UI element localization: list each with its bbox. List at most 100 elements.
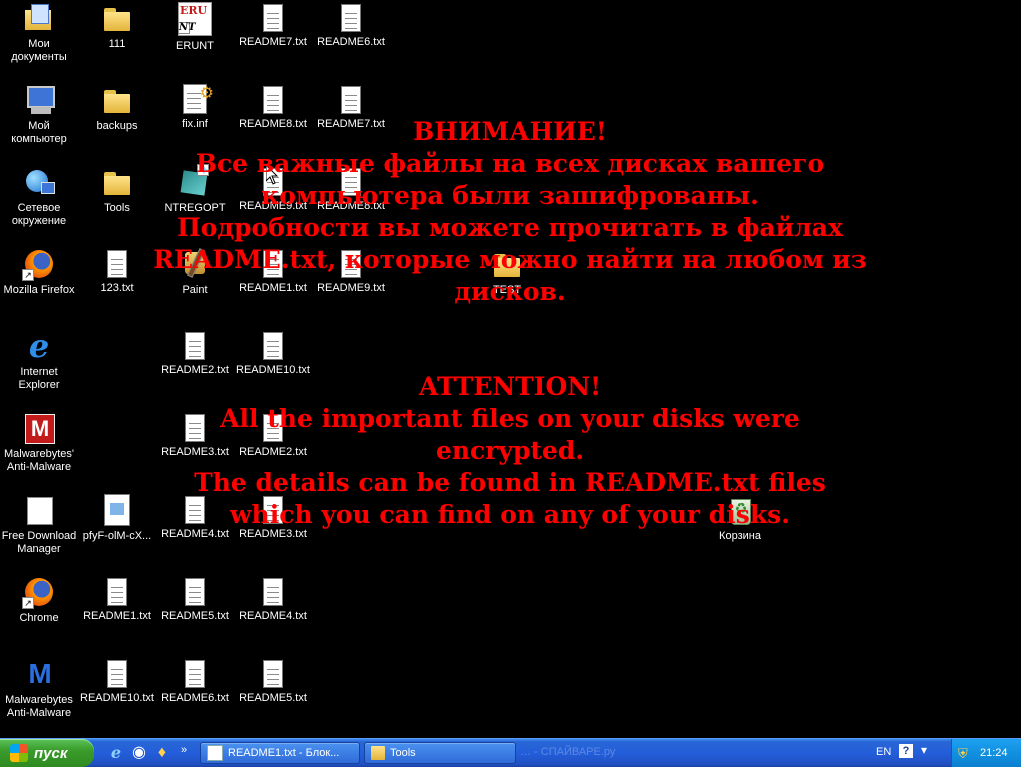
clock[interactable]: 21:24: [980, 747, 1008, 759]
desktop-icon-label: README2.txt: [161, 364, 229, 376]
desktop-icon-label: README5.txt: [239, 692, 307, 704]
desktop-icon-readme7[interactable]: README7.txt: [312, 84, 390, 131]
desktop-icon-folder-backups[interactable]: backups: [78, 84, 156, 133]
desktop-icon-readme1[interactable]: README1.txt: [234, 248, 312, 295]
taskbar-button-label: README1.txt - Блок...: [228, 747, 340, 759]
paint-icon: [179, 248, 211, 280]
desktop-icon-free-download-manager[interactable]: Free Download Manager: [0, 494, 78, 556]
desktop-icon-label: README4.txt: [161, 528, 229, 540]
desktop-icon-readme5[interactable]: README5.txt: [156, 576, 234, 623]
text-file-icon: [107, 660, 127, 688]
text-file-icon: [107, 250, 127, 278]
language-bar-options-icon[interactable]: ▾: [921, 743, 927, 757]
malwarebytes-red-icon: [23, 412, 55, 444]
text-file-icon: [263, 4, 283, 32]
desktop-icon-label: README6.txt: [161, 692, 229, 704]
desktop-icon-label: README8.txt: [239, 118, 307, 130]
desktop-icon-readme3[interactable]: README3.txt: [234, 494, 312, 541]
desktop-icon-label: Malwarebytes' Anti-Malware: [4, 448, 74, 473]
desktop-icon-readme7[interactable]: README7.txt: [234, 2, 312, 49]
desktop-icon-readme8[interactable]: README8.txt: [312, 166, 390, 213]
language-indicator[interactable]: EN: [876, 746, 891, 758]
watermark-text: … - СПАЙВАРЕ.ру: [520, 746, 616, 758]
text-file-icon: [263, 660, 283, 688]
my-documents-icon: [23, 2, 55, 34]
system-tray: ⛨ 21:24: [951, 739, 1021, 767]
erunt-icon: [178, 2, 212, 36]
desktop-icon-readme1[interactable]: README1.txt: [78, 576, 156, 623]
desktop-icon-label: ERUNT: [176, 40, 214, 52]
desktop-icon-erunt[interactable]: ERU NT: [156, 2, 234, 53]
desktop-icon-paint[interactable]: Paint: [156, 248, 234, 297]
desktop-icon-readme10[interactable]: README10.txt: [234, 330, 312, 377]
security-shield-icon[interactable]: ⛨: [958, 746, 972, 761]
desktop-icon-label: Корзина: [719, 530, 761, 542]
start-button[interactable]: пуск: [0, 739, 94, 767]
desktop-icon-readme8[interactable]: README8.txt: [234, 84, 312, 131]
desktop-icon-label: README8.txt: [317, 200, 385, 212]
taskbar-button-tools[interactable]: Tools: [364, 742, 516, 764]
quicklaunch-more-icon[interactable]: »: [175, 741, 193, 759]
desktop-icon-readme5[interactable]: README5.txt: [234, 658, 312, 705]
desktop-icon-fix-inf[interactable]: fix.inf: [156, 84, 234, 131]
desktop-icon-label: TEST: [492, 284, 522, 296]
desktop-icon-label: Mozilla Firefox: [3, 284, 75, 296]
desktop-icon-readme6[interactable]: README6.txt: [156, 658, 234, 705]
media-player-icon[interactable]: ◉: [130, 744, 148, 762]
desktop-icon-firefox[interactable]: Mozilla Firefox: [0, 248, 78, 297]
mouse-cursor-icon: [266, 165, 278, 185]
desktop-icon-ntregopt[interactable]: NTREGOPT: [156, 164, 234, 215]
quicklaunch-app-icon[interactable]: ♦: [153, 744, 171, 762]
taskbar: пуск e ◉ ♦ » README1.txt - Блок... Tools…: [0, 738, 1021, 767]
desktop-icon-malwarebytes-old[interactable]: Malwarebytes' Anti-Malware: [0, 412, 78, 474]
recycle-bin-icon: [724, 494, 756, 526]
desktop-icon-label: Malwarebytes Anti-Malware: [5, 694, 73, 719]
windows-logo-icon: [10, 744, 28, 762]
desktop-icon-label: README3.txt: [239, 528, 307, 540]
desktop-icon-label: Мои документы: [11, 38, 67, 63]
desktop-icon-readme6[interactable]: README6.txt: [312, 2, 390, 49]
desktop-icon-label: README3.txt: [161, 446, 229, 458]
desktop-icon-label: Free Download Manager: [1, 530, 77, 555]
desktop-icon-label: backups: [96, 120, 138, 132]
desktop-icon-label: README5.txt: [161, 610, 229, 622]
folder-icon: [491, 248, 523, 280]
desktop-icon-123-txt[interactable]: 123.txt: [78, 248, 156, 295]
desktop-icon-folder-test[interactable]: TEST: [468, 248, 546, 297]
desktop-icon-readme9[interactable]: README9.txt: [312, 248, 390, 295]
desktop-icon-label: README9.txt: [239, 200, 307, 212]
desktop-icon-folder-tools[interactable]: Tools: [78, 166, 156, 215]
desktop-icon-pfyf-file[interactable]: pfyF-olM-cX...: [78, 494, 156, 543]
text-file-icon: [263, 250, 283, 278]
taskbar-button-label: Tools: [390, 747, 416, 759]
desktop-icon-label: README1.txt: [83, 610, 151, 622]
inf-file-icon: [183, 84, 214, 114]
desktop-icon-recycle-bin[interactable]: Корзина: [701, 494, 779, 543]
language-help-icon[interactable]: ?: [899, 744, 913, 758]
desktop-icon-readme10[interactable]: README10.txt: [78, 658, 156, 705]
desktop: Мои документы Мой компьютер Сетевое окру…: [0, 0, 1021, 738]
text-file-icon: [185, 660, 205, 688]
desktop-icon-my-documents[interactable]: Мои документы: [0, 2, 78, 64]
start-button-label: пуск: [34, 744, 68, 762]
desktop-icon-readme4[interactable]: README4.txt: [156, 494, 234, 541]
desktop-icon-readme3[interactable]: README3.txt: [156, 412, 234, 459]
desktop-icon-readme2[interactable]: README2.txt: [156, 330, 234, 377]
text-file-icon: [263, 496, 283, 524]
desktop-icon-folder-111[interactable]: 111: [78, 2, 156, 51]
desktop-icon-my-computer[interactable]: Мой компьютер: [0, 84, 78, 146]
notepad-icon: [207, 745, 223, 761]
desktop-icon-internet-explorer[interactable]: e Internet Explorer: [0, 330, 78, 392]
desktop-icon-chrome[interactable]: Chrome: [0, 576, 78, 625]
desktop-icon-malwarebytes[interactable]: Malwarebytes Anti-Malware: [0, 658, 78, 720]
desktop-icon-readme2[interactable]: README2.txt: [234, 412, 312, 459]
text-file-icon: [263, 414, 283, 442]
text-file-icon: [341, 4, 361, 32]
taskbar-button-notepad[interactable]: README1.txt - Блок...: [200, 742, 360, 764]
text-file-icon: [263, 86, 283, 114]
desktop-icon-network[interactable]: Сетевое окружение: [0, 166, 78, 228]
internet-explorer-icon: e: [28, 327, 50, 365]
internet-explorer-icon[interactable]: e: [107, 744, 125, 762]
desktop-icon-label: Сетевое окружение: [11, 202, 67, 227]
desktop-icon-readme4[interactable]: README4.txt: [234, 576, 312, 623]
